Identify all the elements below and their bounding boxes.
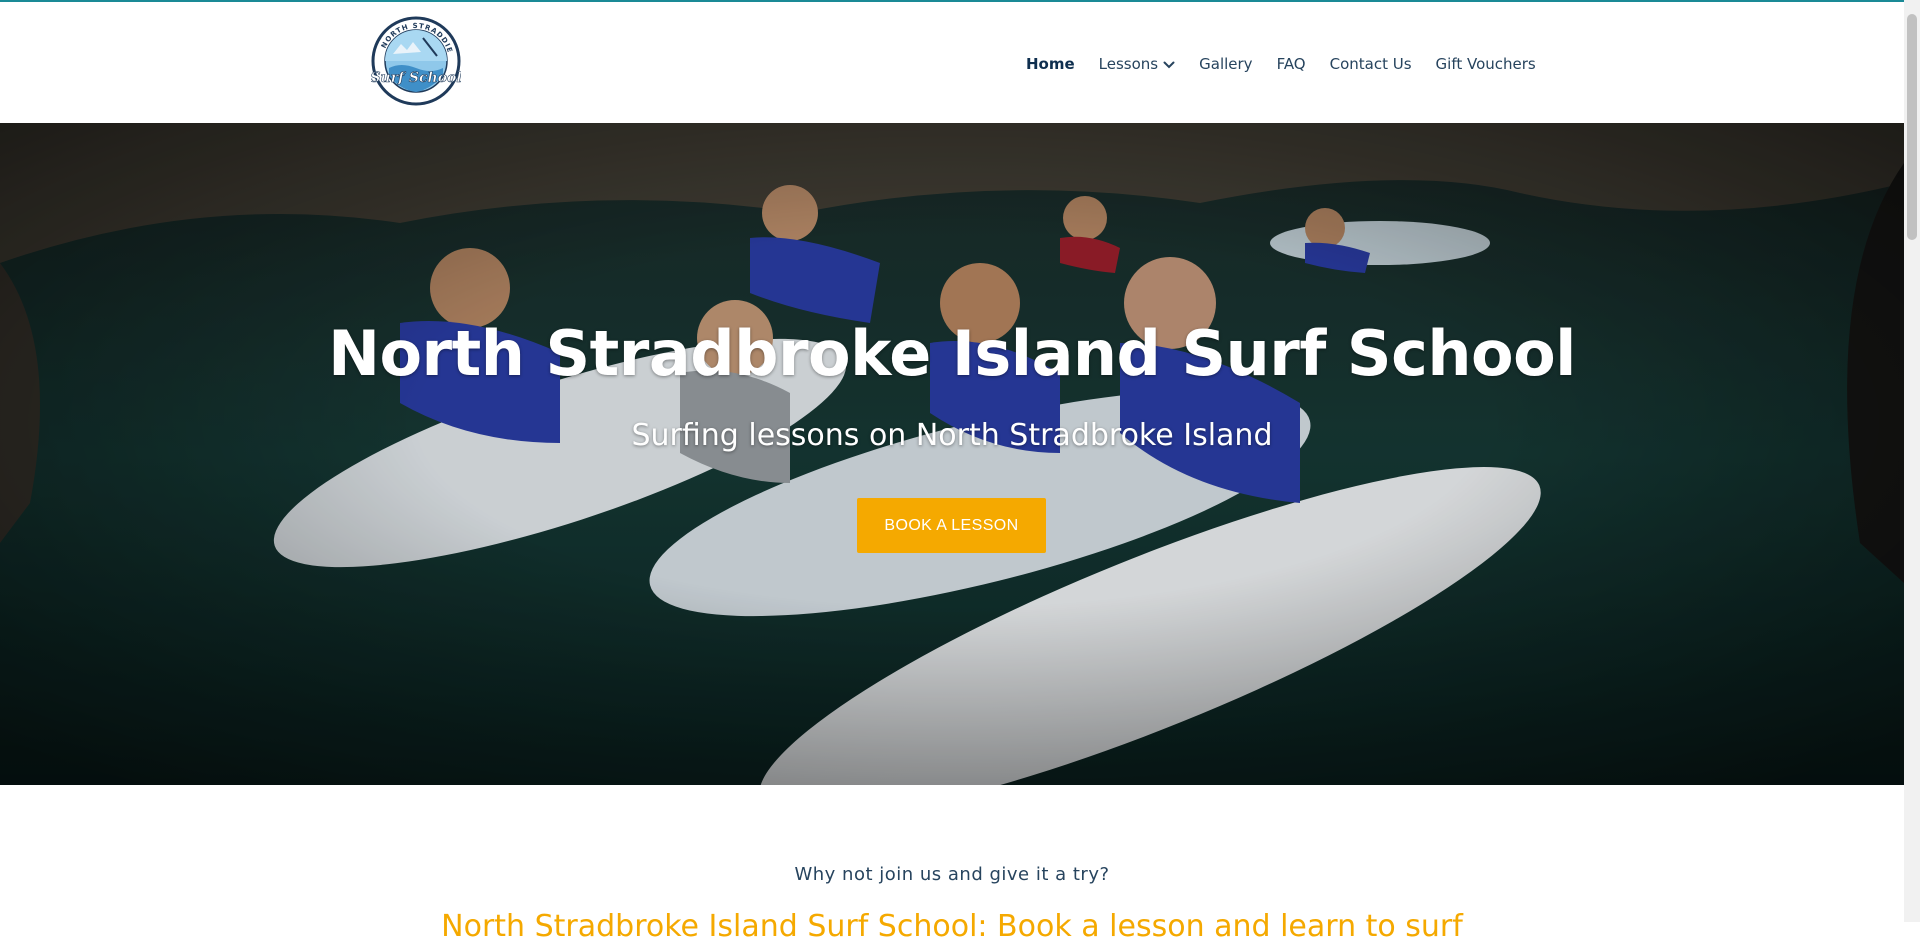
svg-text:Surf School: Surf School — [371, 70, 461, 86]
nav-item-gift-vouchers[interactable]: Gift Vouchers — [1436, 55, 1536, 73]
chevron-down-icon — [1163, 61, 1175, 68]
nav-item-home[interactable]: Home — [1026, 55, 1075, 73]
nav-item-contact-us[interactable]: Contact Us — [1330, 55, 1412, 73]
main-nav: Home Lessons Gallery FAQ Contact Us Gift… — [1026, 53, 1536, 75]
scrollbar-thumb[interactable] — [1907, 14, 1917, 240]
nav-item-label: Home — [1026, 55, 1075, 73]
hero-section: North Stradbroke Island Surf School Surf… — [0, 123, 1904, 785]
site-logo[interactable]: Surf School NORTH STRADDIE — [370, 16, 462, 106]
hero-subtitle: Surfing lessons on North Stradbroke Isla… — [631, 418, 1273, 453]
surf-school-logo-icon: Surf School NORTH STRADDIE — [370, 16, 462, 106]
site-header: Surf School NORTH STRADDIE Home Lessons … — [0, 2, 1904, 123]
nav-item-label: FAQ — [1276, 55, 1306, 73]
intro-heading: North Stradbroke Island Surf School: Boo… — [441, 909, 1463, 944]
nav-item-label: Lessons — [1098, 55, 1159, 73]
book-lesson-button[interactable]: BOOK A LESSON — [857, 498, 1046, 553]
tagline-text: Why not join us and give it a try? — [794, 864, 1110, 885]
nav-item-label: Gift Vouchers — [1435, 55, 1536, 73]
nav-item-gallery[interactable]: Gallery — [1199, 55, 1252, 73]
nav-item-label: Contact Us — [1329, 55, 1412, 73]
hero-title: North Stradbroke Island Surf School — [328, 317, 1576, 390]
nav-item-label: Gallery — [1199, 55, 1253, 73]
nav-item-lessons[interactable]: Lessons — [1099, 55, 1175, 73]
nav-item-faq[interactable]: FAQ — [1277, 55, 1306, 73]
